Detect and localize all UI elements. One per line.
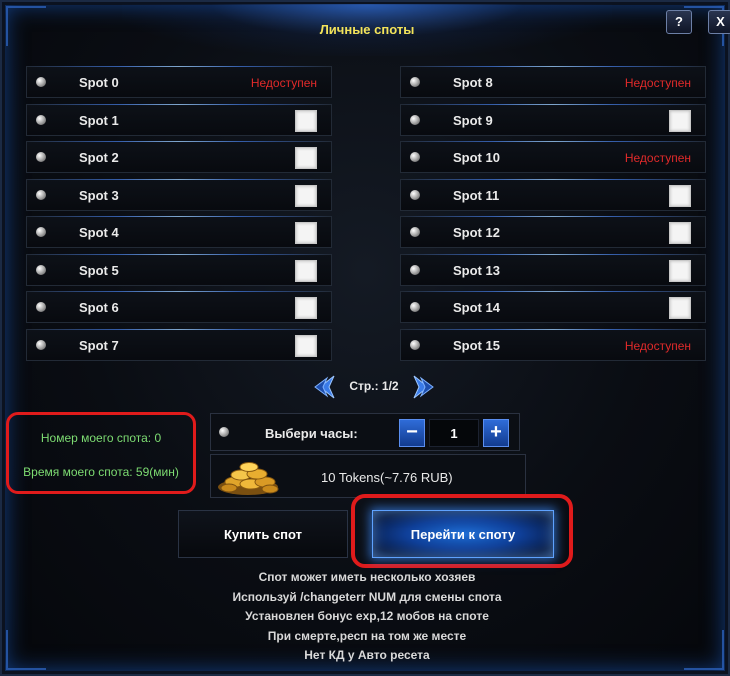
spot-checkbox[interactable] bbox=[295, 109, 317, 132]
orb-icon bbox=[36, 302, 46, 312]
my-spot-time: Время моего спота: 59(мин) bbox=[23, 465, 179, 479]
my-spot-info-highlight: Номер моего спота: 0 Время моего спота: … bbox=[6, 412, 196, 494]
spot-row[interactable]: Spot 1 bbox=[26, 103, 332, 136]
spot-checkbox[interactable] bbox=[669, 297, 691, 319]
buy-spot-button[interactable]: Купить спот bbox=[178, 510, 348, 558]
notes: Спот может иметь несколько хозяев Использ… bbox=[2, 568, 730, 666]
personal-spots-window: Личные споты ? X Spot 0 Недоступен Spot 1S… bbox=[0, 0, 730, 676]
orb-icon bbox=[410, 77, 420, 87]
spot-status-unavailable: Недоступен bbox=[250, 76, 317, 90]
go-to-spot-button[interactable]: Перейти к споту bbox=[372, 510, 554, 558]
spot-name: Spot 3 bbox=[79, 187, 119, 203]
spot-name: Spot 12 bbox=[453, 225, 500, 240]
orb-icon bbox=[410, 302, 420, 312]
note-line: Спот может иметь несколько хозяев bbox=[258, 570, 476, 584]
help-button[interactable]: ? bbox=[666, 10, 692, 34]
chevron-left-icon[interactable] bbox=[312, 374, 338, 400]
note-line: Установлен бонус exp,12 мобов на споте bbox=[245, 609, 489, 623]
hours-decrease-button[interactable]: − bbox=[399, 419, 425, 447]
note-line: Нет КД у Авто ресета bbox=[304, 648, 430, 662]
orb-icon bbox=[36, 114, 46, 125]
spot-name: Spot 10 bbox=[453, 150, 500, 165]
spot-name: Spot 11 bbox=[453, 187, 500, 203]
orb-icon bbox=[410, 339, 420, 350]
spot-name: Spot 1 bbox=[79, 112, 119, 128]
coins-icon bbox=[218, 462, 279, 495]
spot-name: Spot 7 bbox=[79, 337, 119, 353]
spot-row[interactable]: Spot 0 Недоступен bbox=[26, 66, 332, 98]
spot-row[interactable]: Spot 8 Недоступен bbox=[400, 66, 706, 98]
page-indicator: Стр.: 1/2 bbox=[349, 379, 399, 393]
spot-checkbox[interactable] bbox=[295, 222, 317, 244]
spot-row[interactable]: Spot 4 bbox=[26, 216, 332, 248]
orb-icon bbox=[410, 264, 420, 275]
spot-list-right: Spot 8 Недоступен Spot 9 Spot 10 Недоступен S… bbox=[400, 66, 706, 366]
orb-icon bbox=[36, 339, 46, 350]
hours-label: Выбери часы: bbox=[265, 426, 358, 441]
spot-name: Spot 6 bbox=[79, 300, 119, 315]
spot-name: Spot 5 bbox=[79, 262, 119, 278]
spot-checkbox[interactable] bbox=[669, 222, 691, 244]
spot-row[interactable]: Spot 3 bbox=[26, 178, 332, 211]
close-button[interactable]: X bbox=[708, 10, 730, 34]
spot-list-left: Spot 0 Недоступен Spot 1 Spot 2 Spot 3 Spot 4… bbox=[26, 66, 332, 366]
spot-name: Spot 8 bbox=[453, 75, 493, 90]
spot-checkbox[interactable] bbox=[295, 259, 317, 282]
spot-status-unavailable: Недоступен bbox=[624, 76, 691, 90]
spot-row[interactable]: Spot 14 bbox=[400, 291, 706, 323]
spot-status-unavailable: Недоступен bbox=[624, 151, 691, 165]
hours-selector: Выбери часы: − + bbox=[210, 413, 520, 451]
spot-name: Spot 2 bbox=[79, 150, 119, 165]
spot-row[interactable]: Spot 13 bbox=[400, 253, 706, 286]
spot-name: Spot 14 bbox=[453, 300, 500, 315]
spot-name: Spot 0 bbox=[79, 75, 119, 90]
spot-row[interactable]: Spot 10 Недоступен bbox=[400, 141, 706, 173]
orb-icon bbox=[410, 227, 420, 237]
spot-checkbox[interactable] bbox=[669, 184, 691, 207]
spot-checkbox[interactable] bbox=[295, 147, 317, 169]
orb-icon bbox=[36, 227, 46, 237]
spot-checkbox[interactable] bbox=[295, 334, 317, 357]
spot-status-unavailable: Недоступен bbox=[624, 338, 691, 353]
price-label: 10 Tokens(~7.76 RUB) bbox=[321, 470, 453, 485]
spot-name: Spot 13 bbox=[453, 262, 500, 278]
my-spot-number: Номер моего спота: 0 bbox=[40, 431, 162, 445]
spot-name: Spot 15 bbox=[453, 337, 500, 353]
note-line: Используй /changeterr NUM для смены спот… bbox=[232, 589, 502, 604]
orb-icon bbox=[36, 189, 46, 200]
spot-row[interactable]: Spot 11 bbox=[400, 178, 706, 211]
spot-row[interactable]: Spot 15 Недоступен bbox=[400, 328, 706, 361]
window-title: Личные споты bbox=[319, 22, 415, 37]
spot-row[interactable]: Spot 2 bbox=[26, 141, 332, 173]
hours-increase-button[interactable]: + bbox=[483, 419, 509, 447]
chevron-right-icon[interactable] bbox=[410, 374, 436, 400]
orb-icon bbox=[410, 189, 420, 200]
spot-checkbox[interactable] bbox=[295, 297, 317, 319]
price-panel: 10 Tokens(~7.76 RUB) bbox=[210, 454, 526, 498]
orb-icon bbox=[36, 264, 46, 275]
pager: Стр.: 1/2 bbox=[2, 374, 730, 400]
spot-row[interactable]: Spot 5 bbox=[26, 253, 332, 286]
orb-icon bbox=[36, 152, 46, 162]
orb-icon bbox=[36, 77, 46, 87]
spot-checkbox[interactable] bbox=[669, 109, 691, 132]
spot-name: Spot 4 bbox=[79, 225, 119, 240]
spot-row[interactable]: Spot 9 bbox=[400, 103, 706, 136]
orb-icon bbox=[219, 427, 229, 437]
orb-icon bbox=[410, 152, 420, 162]
note-line: При смерте,респ на том же месте bbox=[267, 628, 467, 643]
spot-checkbox[interactable] bbox=[669, 259, 691, 282]
orb-icon bbox=[410, 114, 420, 125]
hours-input[interactable] bbox=[429, 419, 479, 447]
spot-name: Spot 9 bbox=[453, 112, 493, 128]
spot-row[interactable]: Spot 12 bbox=[400, 216, 706, 248]
spot-checkbox[interactable] bbox=[295, 184, 317, 207]
spot-row[interactable]: Spot 7 bbox=[26, 328, 332, 361]
spot-row[interactable]: Spot 6 bbox=[26, 291, 332, 323]
